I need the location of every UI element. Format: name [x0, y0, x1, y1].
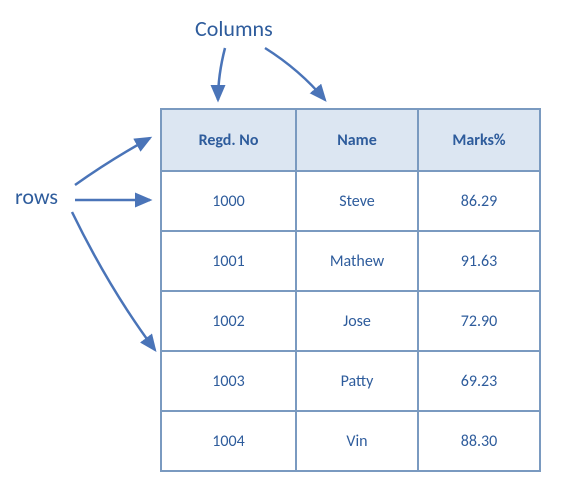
- cell-marks: 69.23: [418, 351, 540, 411]
- cell-regd: 1000: [161, 171, 296, 231]
- cell-name: Mathew: [296, 231, 418, 291]
- table-row: 1001 Mathew 91.63: [161, 231, 540, 291]
- rows-label: rows: [15, 183, 58, 210]
- table-row: 1000 Steve 86.29: [161, 171, 540, 231]
- cell-regd: 1004: [161, 411, 296, 471]
- cell-name: Jose: [296, 291, 418, 351]
- col-header-regd: Regd. No: [161, 109, 296, 171]
- cell-regd: 1003: [161, 351, 296, 411]
- cell-name: Patty: [296, 351, 418, 411]
- table-header-row: Regd. No Name Marks%: [161, 109, 540, 171]
- cell-regd: 1002: [161, 291, 296, 351]
- data-table: Regd. No Name Marks% 1000 Steve 86.29 10…: [160, 108, 541, 472]
- cell-marks: 91.63: [418, 231, 540, 291]
- cell-name: Steve: [296, 171, 418, 231]
- table-row: 1003 Patty 69.23: [161, 351, 540, 411]
- cell-name: Vin: [296, 411, 418, 471]
- data-table-container: Regd. No Name Marks% 1000 Steve 86.29 10…: [160, 108, 541, 472]
- table-row: 1004 Vin 88.30: [161, 411, 540, 471]
- cell-marks: 72.90: [418, 291, 540, 351]
- col-header-name: Name: [296, 109, 418, 171]
- col-header-marks: Marks%: [418, 109, 540, 171]
- cell-marks: 86.29: [418, 171, 540, 231]
- cell-regd: 1001: [161, 231, 296, 291]
- columns-label: Columns: [195, 15, 273, 42]
- cell-marks: 88.30: [418, 411, 540, 471]
- table-row: 1002 Jose 72.90: [161, 291, 540, 351]
